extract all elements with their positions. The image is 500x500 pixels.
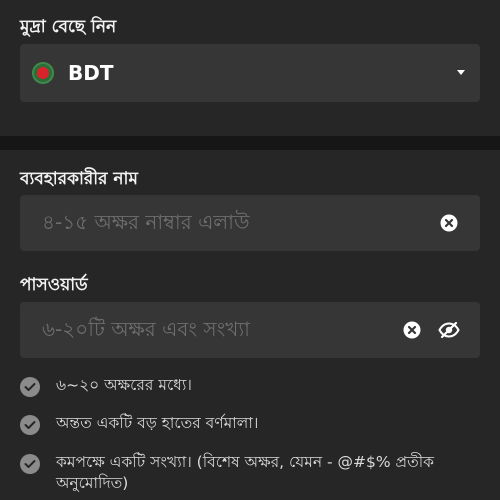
chevron-down-icon (457, 70, 465, 75)
currency-value: BDT (68, 61, 114, 85)
check-circle-icon (20, 454, 40, 474)
section-divider (0, 136, 500, 150)
username-placeholder: ৪-১৫ অক্ষর নাম্বার এলাউ (42, 210, 250, 234)
username-input[interactable]: ৪-১৫ অক্ষর নাম্বার এলাউ (20, 195, 480, 251)
clear-icon[interactable] (440, 214, 458, 232)
password-label: পাসওয়ার্ড (20, 275, 88, 295)
rule-text: অন্তত একটি বড় হাতের বর্ণমালা। (56, 414, 259, 432)
password-placeholder: ৬-২০টি অক্ষর এবং সংখ্যা (42, 317, 250, 341)
rule-text: ৬~২০ অক্ষরের মধ্যে। (56, 376, 192, 394)
password-rule: অন্তত একটি বড় হাতের বর্ণমালা। (20, 413, 476, 435)
bangladesh-flag-icon (32, 62, 54, 84)
clear-icon[interactable] (403, 321, 421, 339)
check-circle-icon (20, 377, 40, 397)
currency-label: মুদ্রা বেছে নিন (20, 17, 117, 37)
password-rule: কমপক্ষে একটি সংখ্যা। (বিশেষ অক্ষর, যেমন … (20, 452, 476, 494)
eye-off-icon[interactable] (438, 321, 460, 339)
password-input[interactable]: ৬-২০টি অক্ষর এবং সংখ্যা (20, 302, 480, 358)
currency-select[interactable]: BDT (20, 44, 480, 102)
username-label: ব্যবহারকারীর নাম (20, 169, 138, 189)
rule-text: কমপক্ষে একটি সংখ্যা। (বিশেষ অক্ষর, যেমন … (56, 453, 435, 492)
check-circle-icon (20, 415, 40, 435)
password-rule: ৬~২০ অক্ষরের মধ্যে। (20, 375, 476, 397)
